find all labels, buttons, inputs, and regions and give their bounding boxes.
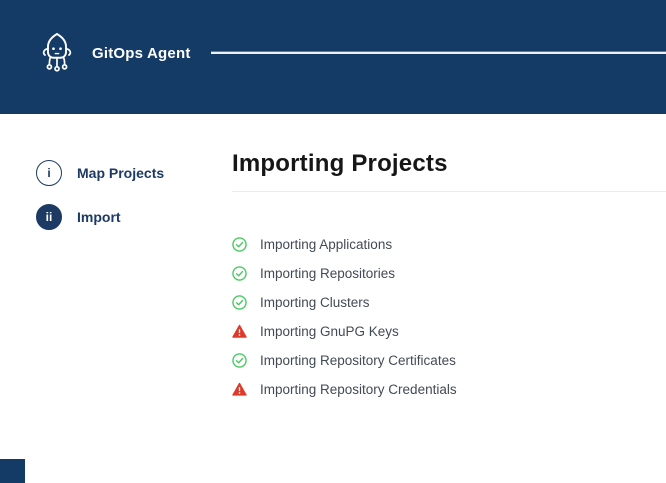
import-status-row: Importing Clusters [232,288,666,317]
step-label: Import [77,209,121,225]
app-window: GitOps Agent i Map Projects ii Import Im… [0,0,666,483]
app-title: GitOps Agent [92,45,191,62]
squid-logo-icon [38,31,76,75]
check-circle-icon [232,237,247,252]
import-status-label: Importing Repositories [260,266,395,281]
step-number-badge: i [36,160,62,186]
title-divider [232,191,666,192]
check-circle-icon [232,295,247,310]
step-number-badge: ii [36,204,62,230]
check-circle-icon [232,266,247,281]
import-status-list: Importing Applications Importing Reposit… [232,230,666,404]
import-status-label: Importing GnuPG Keys [260,324,399,339]
import-status-row: Importing Applications [232,230,666,259]
warning-triangle-icon [232,382,247,397]
import-status-row: Importing GnuPG Keys [232,317,666,346]
import-status-row: Importing Repository Credentials [232,375,666,404]
app-header: GitOps Agent [0,0,666,114]
check-circle-icon [232,353,247,368]
import-status-label: Importing Repository Certificates [260,353,456,368]
header-divider-line [211,52,666,54]
step-map-projects[interactable]: i Map Projects [36,160,164,186]
wizard-steps-sidebar: i Map Projects ii Import [36,160,164,248]
import-status-row: Importing Repository Certificates [232,346,666,375]
page-title: Importing Projects [232,150,666,178]
step-import[interactable]: ii Import [36,204,164,230]
warning-triangle-icon [232,324,247,339]
import-progress-panel: Importing Projects Importing Application… [232,150,666,404]
import-status-row: Importing Repositories [232,259,666,288]
footer-fragment [0,459,25,483]
import-status-label: Importing Clusters [260,295,370,310]
step-label: Map Projects [77,165,164,181]
import-status-label: Importing Applications [260,237,392,252]
import-status-label: Importing Repository Credentials [260,382,457,397]
